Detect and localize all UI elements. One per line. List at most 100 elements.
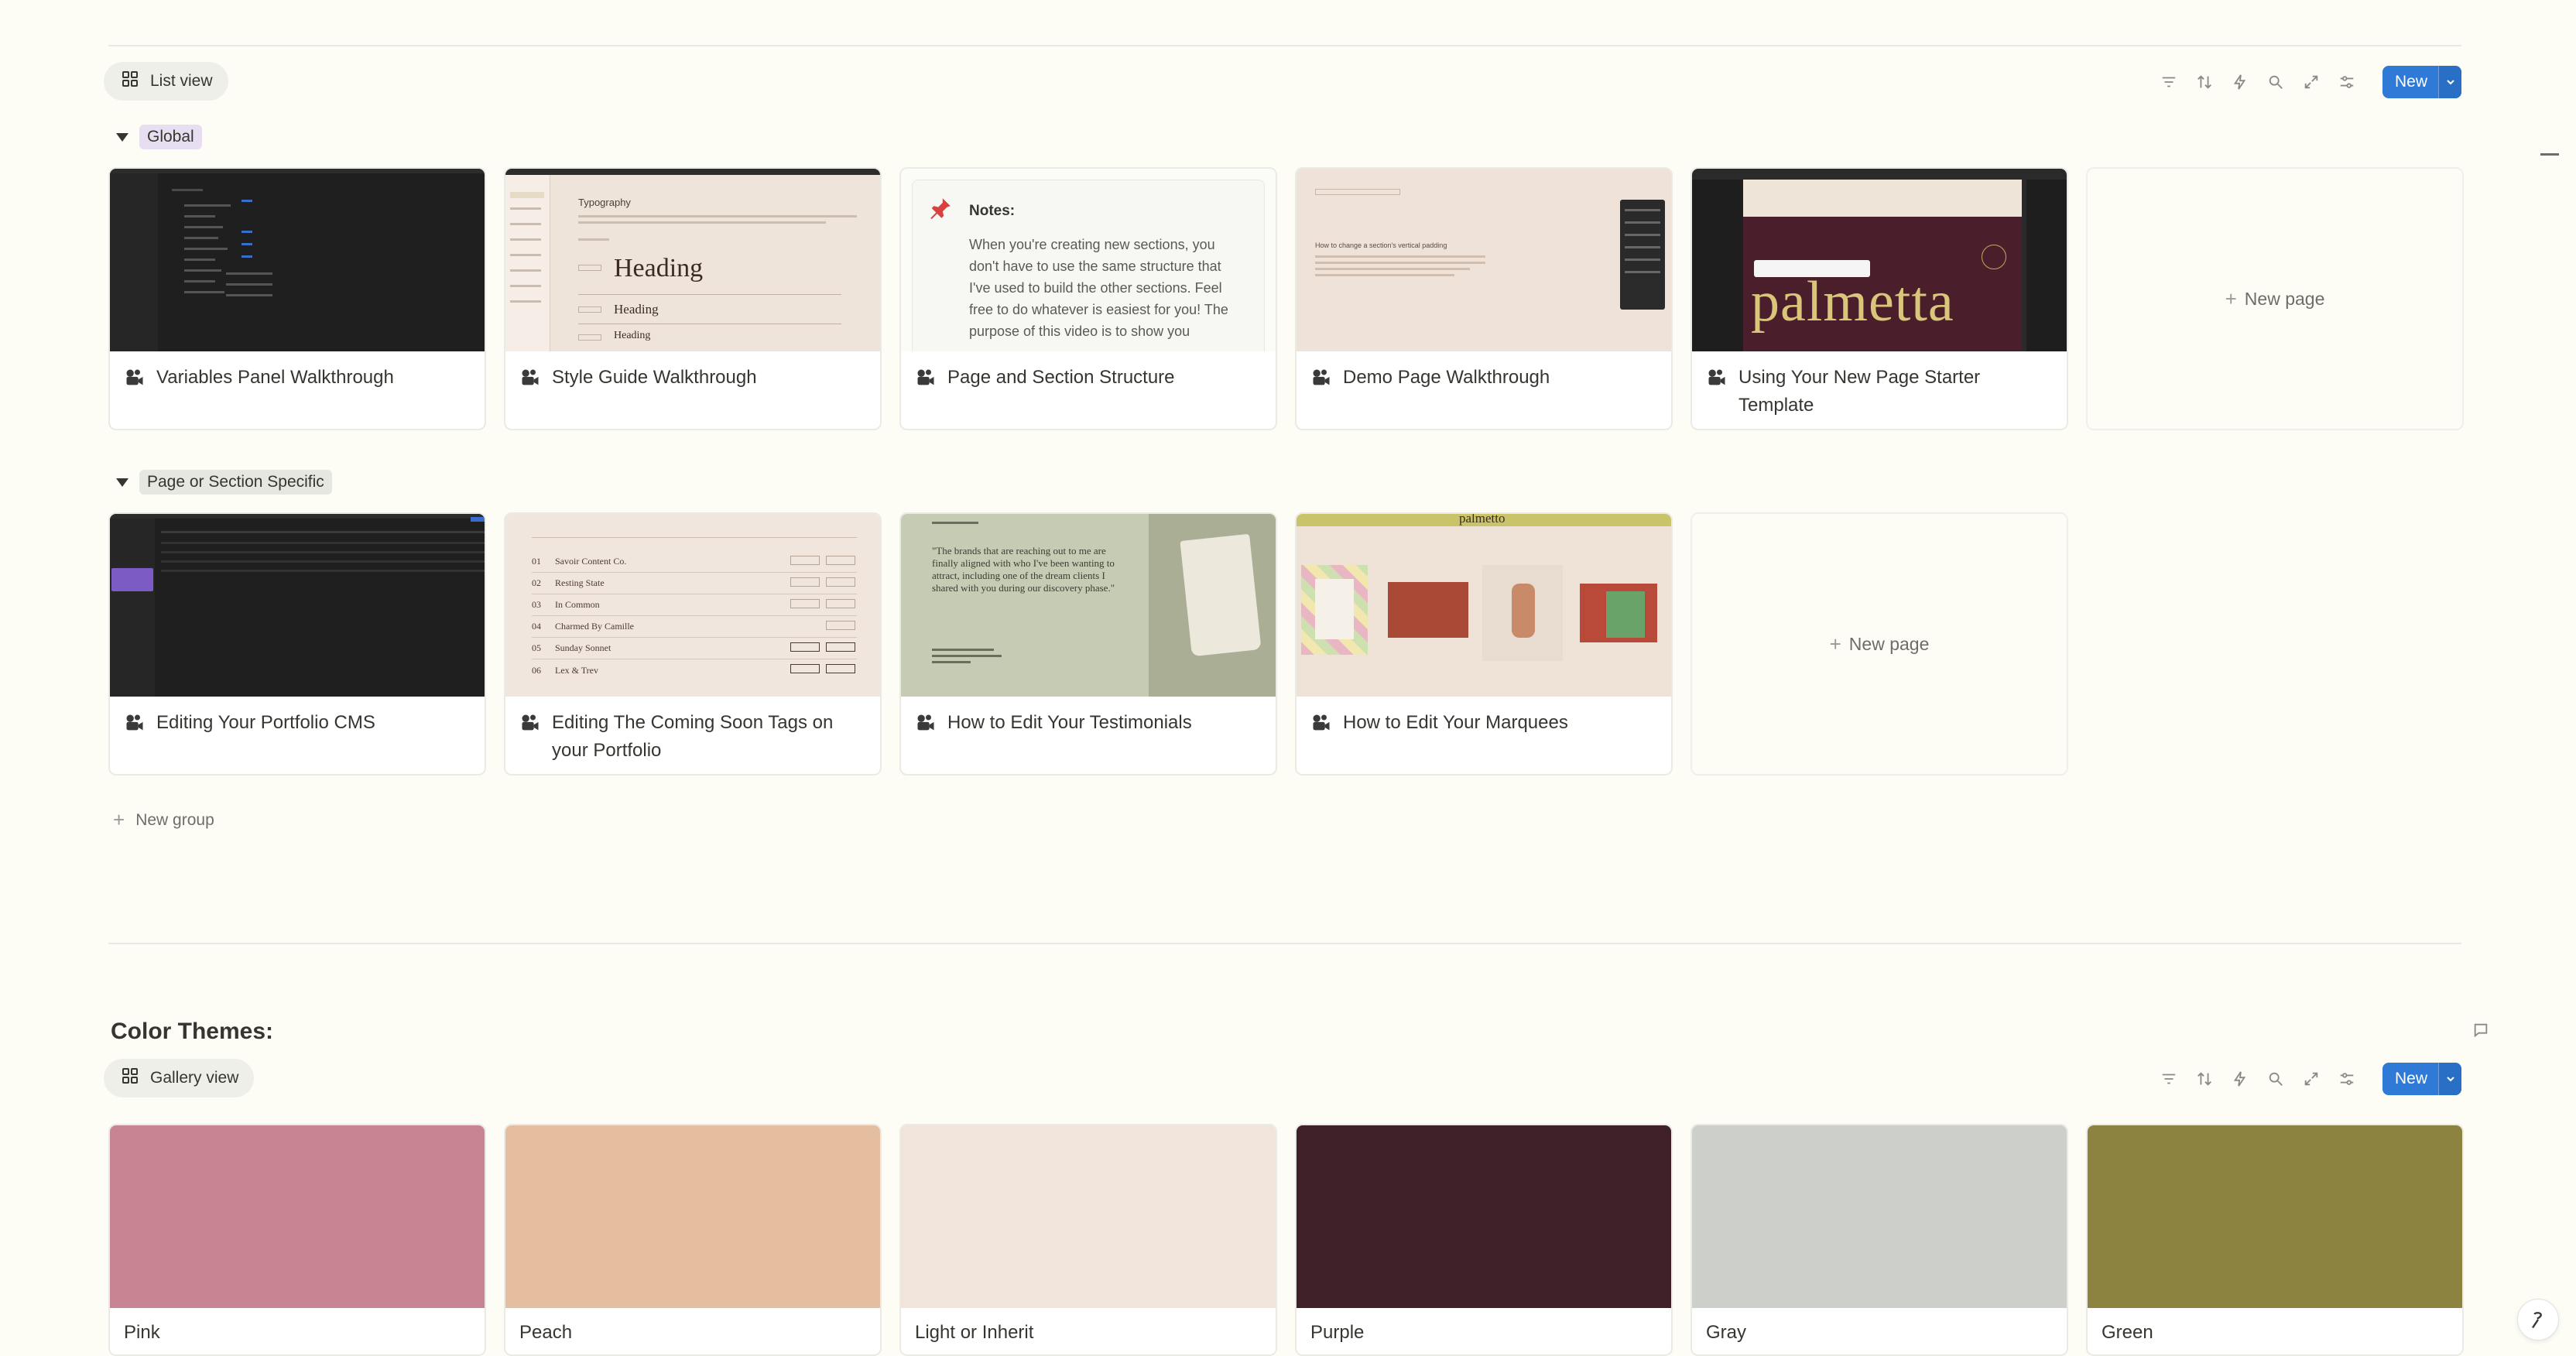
thumbnail bbox=[110, 514, 485, 697]
movie-camera-icon bbox=[1706, 367, 1729, 419]
filter-icon[interactable] bbox=[2156, 1067, 2181, 1091]
thumbnail: Typography Heading Heading Heading bbox=[505, 169, 880, 351]
search-icon[interactable] bbox=[2263, 1067, 2288, 1091]
theme-name: Gray bbox=[1706, 1322, 1747, 1343]
movie-camera-icon bbox=[124, 712, 147, 742]
card-title-row: Demo Page Walkthrough bbox=[1310, 364, 1659, 397]
card-page-section-structure[interactable]: Notes: When you're creating new sections… bbox=[899, 167, 1277, 430]
thumbnail: palmetta bbox=[1692, 169, 2067, 351]
theme-name: Pink bbox=[124, 1322, 160, 1343]
thumb-heading-2: Heading bbox=[614, 302, 659, 317]
theme-name: Peach bbox=[519, 1322, 573, 1343]
gallery-icon bbox=[121, 1067, 139, 1090]
card-title: Editing The Coming Soon Tags on your Por… bbox=[552, 712, 834, 761]
color-themes-heading: Color Themes: bbox=[111, 1019, 274, 1044]
filter-icon[interactable] bbox=[2156, 70, 2181, 94]
new-page-label: New page bbox=[2244, 288, 2325, 309]
list-text: Savoir Content Co. bbox=[555, 556, 627, 567]
new-page-card[interactable]: + New page bbox=[1690, 512, 2068, 776]
color-swatch bbox=[505, 1125, 880, 1308]
card-new-page-template[interactable]: palmetta Using Your New Page Starter Tem… bbox=[1690, 167, 2068, 430]
collapse-triangle-icon[interactable] bbox=[116, 132, 128, 142]
color-swatch bbox=[2088, 1125, 2462, 1308]
thumbnail: "The brands that are reaching out to me … bbox=[901, 514, 1276, 697]
card-title: Page and Section Structure bbox=[947, 367, 1175, 388]
list-num: 01 bbox=[532, 556, 541, 567]
card-title-row: Using Your New Page Starter Template bbox=[1706, 364, 2054, 419]
group-page-section-header[interactable]: Page or Section Specific bbox=[108, 465, 332, 499]
color-swatch bbox=[110, 1125, 485, 1308]
expand-icon[interactable] bbox=[2299, 1067, 2324, 1091]
sort-icon[interactable] bbox=[2192, 1067, 2217, 1091]
list-num: 03 bbox=[532, 599, 541, 610]
settings-icon[interactable] bbox=[2334, 70, 2359, 94]
thumb-brand: palmetto bbox=[1459, 514, 1506, 526]
new-page-card[interactable]: + New page bbox=[2086, 167, 2464, 430]
card-title: Using Your New Page Starter Template bbox=[1738, 367, 1981, 416]
thumbnail: palmetto bbox=[1297, 514, 1671, 697]
group-global-header[interactable]: Global bbox=[108, 120, 202, 154]
card-title-row: How to Edit Your Testimonials bbox=[915, 709, 1263, 742]
help-icon[interactable] bbox=[2517, 1299, 2559, 1341]
database-toolbar: New bbox=[2156, 65, 2461, 99]
comment-icon[interactable] bbox=[2472, 1022, 2489, 1043]
card-title: How to Edit Your Testimonials bbox=[947, 712, 1192, 733]
theme-card-pink[interactable]: Pink bbox=[108, 1124, 486, 1356]
new-button[interactable]: New bbox=[2382, 66, 2461, 98]
settings-icon[interactable] bbox=[2334, 1067, 2359, 1091]
theme-card-gray[interactable]: Gray bbox=[1690, 1124, 2068, 1356]
lightning-icon[interactable] bbox=[2228, 1067, 2252, 1091]
theme-card-light[interactable]: Light or Inherit bbox=[899, 1124, 1277, 1356]
gallery-view-tab[interactable]: Gallery view bbox=[104, 1059, 255, 1097]
thumbnail: How to change a section's vertical paddi… bbox=[1297, 169, 1671, 351]
chevron-down-icon[interactable] bbox=[2438, 66, 2461, 98]
view-label: Gallery view bbox=[150, 1069, 239, 1087]
card-marquees[interactable]: palmetto How to Edit Your Marquees bbox=[1295, 512, 1673, 776]
list-num: 02 bbox=[532, 577, 541, 588]
collapse-triangle-icon[interactable] bbox=[116, 478, 128, 487]
new-group-button[interactable]: + New group bbox=[113, 808, 214, 832]
theme-card-peach[interactable]: Peach bbox=[504, 1124, 882, 1356]
section-divider bbox=[108, 943, 2461, 944]
thumbnail: Notes: When you're creating new sections… bbox=[901, 169, 1276, 351]
new-button[interactable]: New bbox=[2382, 1063, 2461, 1095]
card-title-row: Page and Section Structure bbox=[915, 364, 1263, 397]
card-title: Variables Panel Walkthrough bbox=[156, 367, 394, 388]
movie-camera-icon bbox=[1310, 367, 1334, 397]
list-view-tab[interactable]: List view bbox=[104, 62, 228, 101]
lightning-icon[interactable] bbox=[2228, 70, 2252, 94]
card-coming-soon-tags[interactable]: 01 Savoir Content Co. 02 Resting State 03 I… bbox=[504, 512, 882, 776]
top-divider bbox=[108, 45, 2461, 46]
theme-name: Green bbox=[2102, 1322, 2153, 1343]
group-tag-page-section: Page or Section Specific bbox=[139, 470, 332, 495]
group-tag-global: Global bbox=[139, 125, 202, 149]
movie-camera-icon bbox=[915, 367, 938, 397]
new-button-label[interactable]: New bbox=[2382, 1063, 2438, 1095]
card-style-guide[interactable]: Typography Heading Heading Heading Style… bbox=[504, 167, 882, 430]
theme-card-green[interactable]: Green bbox=[2086, 1124, 2464, 1356]
search-icon[interactable] bbox=[2263, 70, 2288, 94]
card-title-row: Style Guide Walkthrough bbox=[519, 364, 868, 397]
sort-icon[interactable] bbox=[2192, 70, 2217, 94]
list-text: Sunday Sonnet bbox=[555, 642, 611, 653]
movie-camera-icon bbox=[1310, 712, 1334, 742]
theme-name: Light or Inherit bbox=[915, 1322, 1034, 1343]
gallery-icon bbox=[121, 70, 139, 93]
outline-toggle-icon[interactable] bbox=[2540, 153, 2559, 156]
card-demo-page[interactable]: How to change a section's vertical paddi… bbox=[1295, 167, 1673, 430]
list-text: In Common bbox=[555, 599, 600, 610]
card-title: Demo Page Walkthrough bbox=[1343, 367, 1550, 388]
card-testimonials[interactable]: "The brands that are reaching out to me … bbox=[899, 512, 1277, 776]
expand-icon[interactable] bbox=[2299, 70, 2324, 94]
list-num: 05 bbox=[532, 642, 541, 653]
movie-camera-icon bbox=[519, 712, 543, 765]
plus-icon: + bbox=[2225, 286, 2237, 310]
card-title: Style Guide Walkthrough bbox=[552, 367, 757, 388]
chevron-down-icon[interactable] bbox=[2438, 1063, 2461, 1095]
card-variables-panel[interactable]: Variables Panel Walkthrough bbox=[108, 167, 486, 430]
theme-card-purple[interactable]: Purple bbox=[1295, 1124, 1673, 1356]
plus-icon: + bbox=[1829, 632, 1841, 656]
new-button-label[interactable]: New bbox=[2382, 66, 2438, 98]
thumbnail bbox=[110, 169, 485, 351]
card-portfolio-cms[interactable]: Editing Your Portfolio CMS bbox=[108, 512, 486, 776]
